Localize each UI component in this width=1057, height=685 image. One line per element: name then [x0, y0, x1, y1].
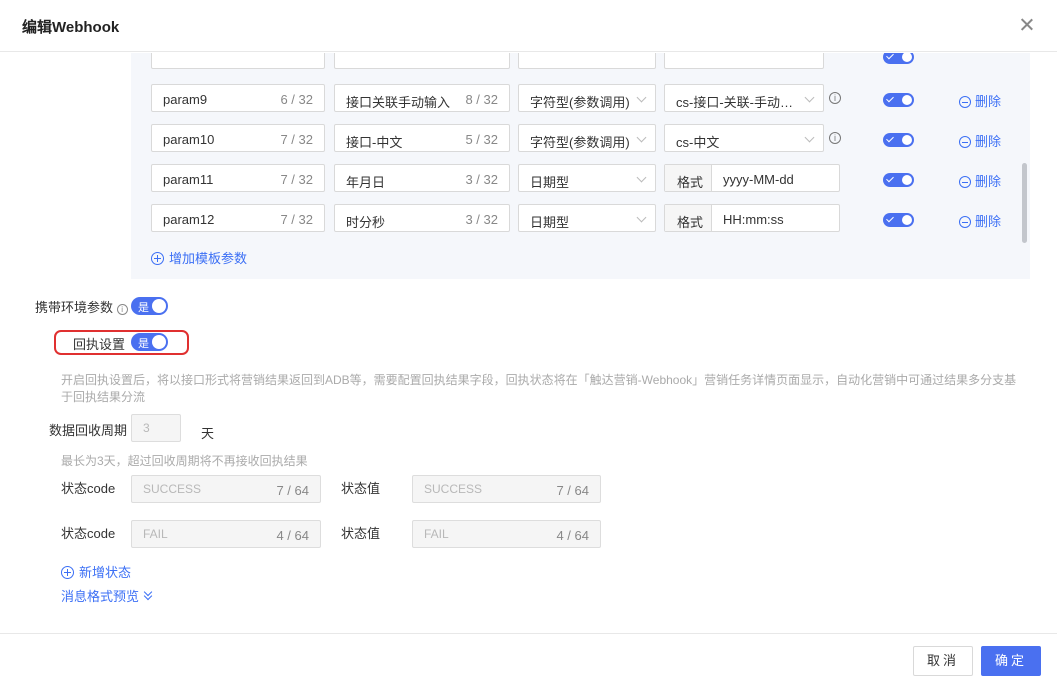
delete-row-button[interactable]: 删除 — [959, 211, 1001, 230]
param-value-select[interactable]: cs-接口-关联-手动… — [664, 84, 824, 112]
status-code-input[interactable]: SUCCESS 7 / 64 — [131, 475, 321, 503]
webhook-edit-dialog: 编辑Webhook param9 6 / 32 接口关联手动输入 8 / 32 字符… — [0, 0, 1057, 685]
callback-label: 回执设置 — [73, 337, 126, 352]
param-type-select[interactable]: 日期型 — [518, 164, 656, 192]
param-row: param9 6 / 32 接口关联手动输入 8 / 32 字符型(参数调用) cs… — [151, 84, 1011, 114]
cancel-button[interactable]: 取消 — [913, 646, 973, 676]
param-type-select[interactable]: 日期型 — [518, 204, 656, 232]
chevron-down-icon — [804, 132, 815, 143]
callback-hint: 开启回执设置后，将以接口形式将营销结果返回到ADB等，需要配置回执结果字段，回执… — [61, 373, 1017, 404]
param-name-input[interactable]: param11 7 / 32 — [151, 164, 325, 192]
dialog-footer: 取消 确定 — [0, 633, 1057, 685]
param-toggle[interactable] — [883, 173, 914, 187]
minus-circle-icon — [959, 176, 971, 188]
param-row: param10 7 / 32 接口-中文 5 / 32 字符型(参数调用) cs-中… — [151, 124, 1011, 154]
status-value-input[interactable]: SUCCESS 7 / 64 — [412, 475, 601, 503]
recovery-period-label: 数据回收周期 — [49, 423, 128, 438]
chevron-down-icon — [636, 132, 647, 143]
status-code-label: 状态code — [61, 481, 116, 496]
close-icon[interactable] — [1017, 15, 1037, 35]
minus-circle-icon — [959, 96, 971, 108]
minus-circle-icon — [959, 216, 971, 228]
confirm-button[interactable]: 确定 — [981, 646, 1041, 676]
param-name-input[interactable]: param12 7 / 32 — [151, 204, 325, 232]
info-icon[interactable]: i — [116, 304, 128, 315]
param-type-select[interactable]: 字符型(参数调用) — [518, 84, 656, 112]
delete-row-button[interactable]: 删除 — [959, 91, 1001, 110]
chevron-down-icon — [804, 92, 815, 103]
param-label-input[interactable]: 接口-中文 5 / 32 — [334, 124, 510, 152]
param-name-input[interactable]: param9 6 / 32 — [151, 84, 325, 112]
param-row: param11 7 / 32 年月日 3 / 32 日期型 格式 yyyy-MM-dd… — [151, 164, 1011, 194]
panel-scrollbar[interactable] — [1022, 163, 1027, 243]
plus-circle-icon — [151, 252, 164, 265]
info-icon[interactable]: i — [829, 92, 841, 104]
chevron-down-icon — [636, 92, 647, 103]
param-format-input[interactable]: 格式 yyyy-MM-dd — [664, 164, 840, 192]
double-chevron-down-icon — [143, 587, 153, 601]
param-toggle[interactable] — [883, 53, 914, 64]
param-value-select[interactable]: cs-中文 — [664, 124, 824, 152]
param-type-select[interactable]: 字符型(参数调用) — [518, 124, 656, 152]
template-params-panel: param9 6 / 32 接口关联手动输入 8 / 32 字符型(参数调用) cs… — [131, 53, 1030, 279]
param-label-input[interactable] — [334, 53, 510, 69]
param-type-select[interactable] — [518, 53, 656, 69]
recovery-period-hint: 最长为3天，超过回收周期将不再接收回执结果 — [61, 454, 308, 468]
recovery-period-unit: 天 — [201, 426, 215, 441]
param-label-input[interactable]: 年月日 3 / 32 — [334, 164, 510, 192]
param-toggle[interactable] — [883, 133, 914, 147]
dialog-body: param9 6 / 32 接口关联手动输入 8 / 32 字符型(参数调用) cs… — [0, 53, 1057, 633]
param-value-select[interactable] — [664, 53, 824, 69]
param-label-input[interactable]: 接口关联手动输入 8 / 32 — [334, 84, 510, 112]
info-icon[interactable]: i — [829, 132, 841, 144]
param-name-input[interactable] — [151, 53, 325, 69]
dialog-header: 编辑Webhook — [0, 0, 1057, 52]
chevron-down-icon — [636, 172, 647, 183]
env-param-switch[interactable]: 是 — [131, 297, 168, 315]
param-row-partial — [151, 53, 1011, 71]
message-format-preview-link[interactable]: 消息格式预览 — [61, 586, 153, 605]
param-toggle[interactable] — [883, 93, 914, 107]
status-code-input[interactable]: FAIL 4 / 64 — [131, 520, 321, 548]
status-value-input[interactable]: FAIL 4 / 64 — [412, 520, 601, 548]
status-value-label: 状态值 — [341, 526, 381, 541]
add-template-param-button[interactable]: 增加模板参数 — [151, 248, 247, 267]
chevron-down-icon — [636, 212, 647, 223]
status-code-label: 状态code — [61, 526, 116, 541]
param-label-input[interactable]: 时分秒 3 / 32 — [334, 204, 510, 232]
delete-row-button[interactable]: 删除 — [959, 131, 1001, 150]
plus-circle-icon — [61, 566, 74, 579]
param-name-input[interactable]: param10 7 / 32 — [151, 124, 325, 152]
add-status-button[interactable]: 新增状态 — [61, 562, 131, 581]
dialog-title: 编辑Webhook — [22, 19, 120, 36]
delete-row-button[interactable]: 删除 — [959, 171, 1001, 190]
minus-circle-icon — [959, 136, 971, 148]
callback-switch[interactable]: 是 — [131, 333, 168, 351]
status-value-label: 状态值 — [341, 481, 381, 496]
param-toggle[interactable] — [883, 213, 914, 227]
env-param-label: 携带环境参数 i — [35, 297, 128, 316]
param-format-input[interactable]: 格式 HH:mm:ss — [664, 204, 840, 232]
recovery-period-input[interactable]: 3 — [131, 414, 181, 442]
param-row: param12 7 / 32 时分秒 3 / 32 日期型 格式 HH:mm:ss 删… — [151, 204, 1011, 234]
